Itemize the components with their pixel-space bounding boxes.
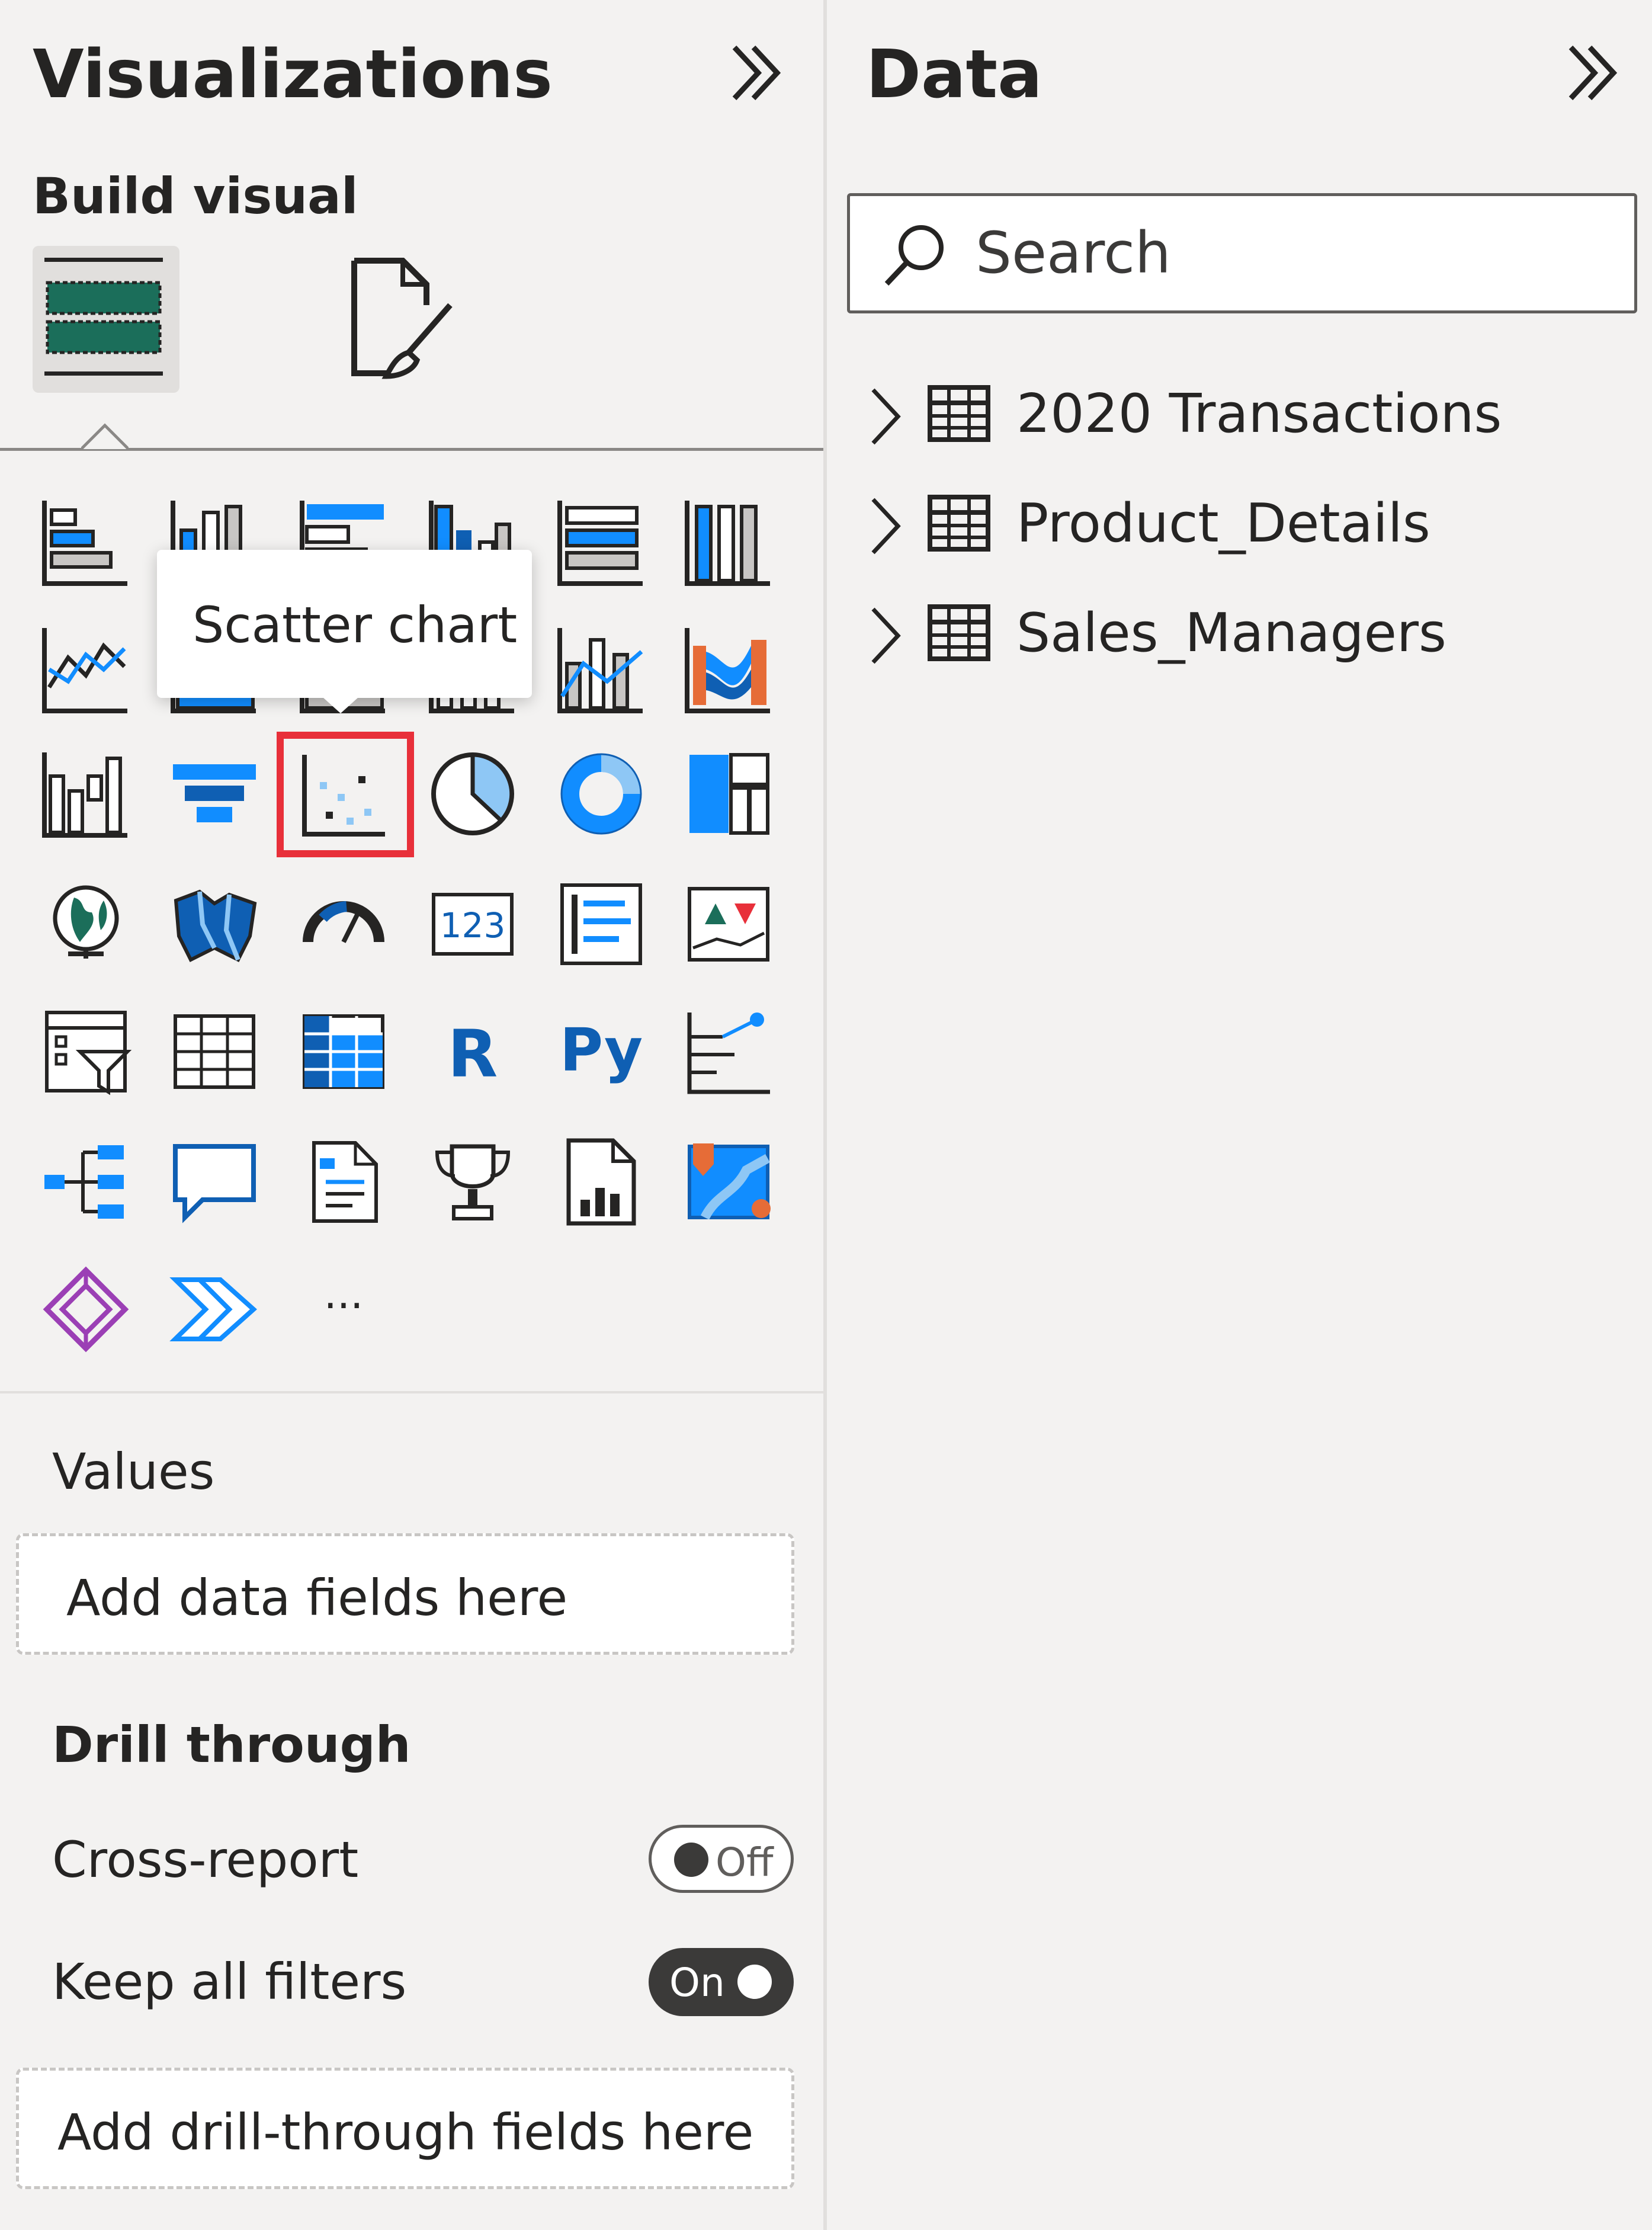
data-pane — [827, 0, 1652, 2230]
drill-through-drop-well[interactable]: Add drill-through fields here — [16, 2068, 794, 2189]
search-icon — [884, 225, 944, 286]
py-label: Py — [560, 1015, 643, 1085]
collapse-visualizations-icon[interactable] — [721, 40, 787, 105]
table-item-product-details[interactable]: Product_Details — [853, 483, 1623, 566]
decomposition-tree-icon[interactable] — [39, 1135, 133, 1229]
power-automate-icon[interactable] — [167, 1262, 262, 1357]
table-name: Sales_Managers — [1016, 602, 1446, 664]
line-and-clustered-column-chart-icon[interactable] — [554, 622, 649, 717]
values-drop-well[interactable]: Add data fields here — [16, 1533, 794, 1655]
toggle-knob — [737, 1965, 772, 1999]
table-icon — [928, 385, 990, 442]
r-script-visual-icon[interactable]: R — [425, 1004, 520, 1099]
donut-chart-icon[interactable] — [554, 746, 649, 841]
card-icon[interactable]: 123 — [425, 877, 520, 972]
funnel-chart-icon[interactable] — [167, 746, 262, 841]
table-icon — [928, 495, 990, 552]
table-name: Product_Details — [1016, 492, 1430, 555]
keep-all-filters-label: Keep all filters — [52, 1953, 407, 2011]
scatter-chart-highlight — [277, 732, 414, 857]
python-visual-icon[interactable]: Py — [554, 1004, 649, 1099]
keep-all-filters-toggle[interactable]: On — [649, 1948, 794, 2016]
table-item-sales-managers[interactable]: Sales_Managers — [853, 592, 1623, 675]
data-search-box[interactable] — [847, 193, 1637, 313]
card-icon-text: 123 — [440, 905, 506, 946]
tooltip-text: Scatter chart — [193, 596, 518, 654]
kpi-icon[interactable] — [681, 877, 776, 972]
format-paintbrush-icon — [351, 258, 453, 379]
slicer-icon[interactable] — [39, 1004, 133, 1099]
100-stacked-column-chart-icon[interactable] — [681, 495, 776, 589]
search-input[interactable] — [974, 220, 1616, 286]
metrics-trophy-icon[interactable] — [425, 1135, 520, 1229]
visualizations-pane: Visualizations Build visual Scatter char… — [0, 0, 823, 2230]
visualizations-title: Visualizations — [33, 36, 553, 113]
values-label: Values — [52, 1443, 215, 1501]
toggle-knob — [674, 1843, 708, 1877]
chevron-right-icon[interactable] — [865, 603, 906, 668]
gauge-icon[interactable] — [296, 877, 391, 972]
more-visuals-icon[interactable]: ··· — [296, 1262, 391, 1357]
matrix-icon[interactable] — [296, 1004, 391, 1099]
build-visual-icon — [44, 258, 163, 376]
drill-through-placeholder: Add drill-through fields here — [57, 2103, 754, 2161]
stacked-bar-chart-icon[interactable] — [39, 495, 133, 589]
data-title: Data — [866, 36, 1042, 113]
table-visual-icon[interactable] — [167, 1004, 262, 1099]
ribbon-chart-icon[interactable] — [681, 622, 776, 717]
key-influencers-icon[interactable] — [681, 1004, 776, 1099]
cross-report-state: Off — [716, 1840, 774, 1885]
smart-narrative-icon[interactable] — [296, 1135, 391, 1229]
table-icon — [928, 604, 990, 661]
cross-report-label: Cross-report — [52, 1831, 359, 1889]
azure-map-icon[interactable] — [681, 1135, 776, 1229]
treemap-icon[interactable] — [681, 746, 776, 841]
collapse-data-icon[interactable] — [1558, 40, 1623, 105]
cross-report-toggle[interactable]: Off — [649, 1825, 794, 1893]
waterfall-chart-icon[interactable] — [39, 746, 133, 841]
chevron-right-icon[interactable] — [865, 494, 906, 559]
map-globe-icon[interactable] — [39, 877, 133, 972]
multi-row-card-icon[interactable] — [554, 877, 649, 972]
100-stacked-bar-chart-icon[interactable] — [554, 495, 649, 589]
more-label: ··· — [324, 1281, 364, 1330]
format-visual-tab[interactable] — [338, 249, 480, 391]
selected-tab-notch — [81, 423, 129, 450]
qa-visual-icon[interactable] — [167, 1135, 262, 1229]
paginated-report-icon[interactable] — [554, 1135, 649, 1229]
build-visual-label: Build visual — [33, 167, 358, 225]
filled-map-icon[interactable] — [167, 877, 262, 972]
pie-chart-icon[interactable] — [425, 746, 520, 841]
r-label: R — [448, 1016, 498, 1092]
build-visual-tab[interactable] — [33, 246, 179, 393]
power-apps-icon[interactable] — [39, 1262, 133, 1357]
table-item-2020-transactions[interactable]: 2020 Transactions — [853, 373, 1623, 456]
chevron-right-icon[interactable] — [865, 384, 906, 449]
values-placeholder: Add data fields here — [66, 1569, 568, 1627]
keep-all-filters-state: On — [669, 1960, 725, 2005]
table-name: 2020 Transactions — [1016, 383, 1502, 445]
scatter-chart-tooltip: Scatter chart — [157, 550, 532, 713]
tooltip-tail — [317, 692, 364, 713]
section-divider — [0, 1391, 823, 1393]
drill-through-label: Drill through — [52, 1716, 411, 1774]
line-chart-icon[interactable] — [39, 622, 133, 717]
